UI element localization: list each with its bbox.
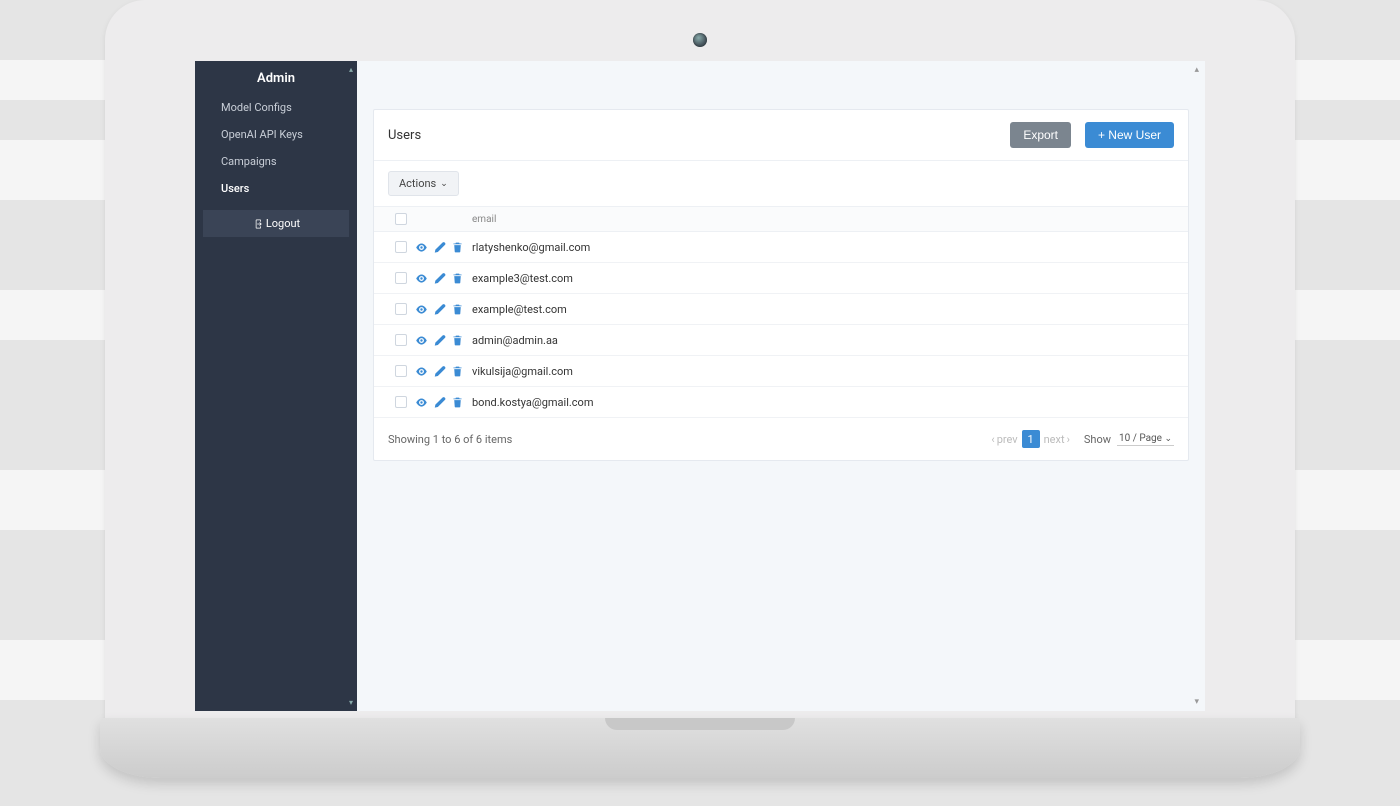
pagination: ‹ prev 1 next ›: [991, 430, 1070, 448]
export-button[interactable]: Export: [1010, 122, 1071, 148]
select-all-checkbox[interactable]: [395, 213, 407, 225]
sidebar-item-openai-keys[interactable]: OpenAI API Keys: [195, 121, 357, 148]
delete-icon[interactable]: [450, 333, 464, 347]
edit-icon[interactable]: [432, 240, 446, 254]
page-title: Users: [388, 128, 421, 143]
panel-header: Users Export + New User: [374, 110, 1188, 161]
row-checkbox[interactable]: [395, 272, 407, 284]
actions-label: Actions: [399, 177, 436, 190]
delete-icon[interactable]: [450, 364, 464, 378]
email-cell: example3@test.com: [468, 272, 1174, 285]
table-footer: Showing 1 to 6 of 6 items ‹ prev 1 next …: [374, 418, 1188, 460]
summary-text: Showing 1 to 6 of 6 items: [388, 433, 512, 446]
delete-icon[interactable]: [450, 302, 464, 316]
table-body: rlatyshenko@gmail.com example3@test.com ex…: [374, 232, 1188, 418]
row-checkbox[interactable]: [395, 365, 407, 377]
chevron-right-icon: ›: [1067, 433, 1070, 446]
row-checkbox[interactable]: [395, 303, 407, 315]
view-icon[interactable]: [414, 240, 428, 254]
email-cell: example@test.com: [468, 303, 1174, 316]
view-icon[interactable]: [414, 333, 428, 347]
email-cell: bond.kostya@gmail.com: [468, 396, 1174, 409]
edit-icon[interactable]: [432, 333, 446, 347]
email-cell: admin@admin.aa: [468, 334, 1174, 347]
row-checkbox[interactable]: [395, 241, 407, 253]
sidebar-item-campaigns[interactable]: Campaigns: [195, 148, 357, 175]
view-icon[interactable]: [414, 271, 428, 285]
row-checkbox[interactable]: [395, 334, 407, 346]
show-label: Show: [1084, 433, 1111, 446]
edit-icon[interactable]: [432, 271, 446, 285]
delete-icon[interactable]: [450, 395, 464, 409]
logout-icon: [252, 218, 264, 230]
table-row: example3@test.com: [374, 263, 1188, 294]
table-row: vikulsija@gmail.com: [374, 356, 1188, 387]
table-row: example@test.com: [374, 294, 1188, 325]
table-row: admin@admin.aa: [374, 325, 1188, 356]
table-row: rlatyshenko@gmail.com: [374, 232, 1188, 263]
chevron-left-icon: ‹: [991, 433, 994, 446]
edit-icon[interactable]: [432, 395, 446, 409]
page-number-current[interactable]: 1: [1022, 430, 1040, 448]
delete-icon[interactable]: [450, 271, 464, 285]
next-page-button[interactable]: next ›: [1044, 433, 1070, 446]
laptop-notch: [605, 718, 795, 730]
users-panel: Users Export + New User Actions ⌄: [373, 109, 1189, 461]
page-size-select[interactable]: 10 / Page ⌄: [1117, 432, 1174, 446]
sidebar-item-model-configs[interactable]: Model Configs: [195, 94, 357, 121]
scroll-bottom-icon[interactable]: ▾: [1194, 697, 1199, 707]
main-content: ▴ Users Export + New User Actions ⌄: [357, 61, 1205, 711]
actions-dropdown[interactable]: Actions ⌄: [388, 171, 459, 196]
delete-icon[interactable]: [450, 240, 464, 254]
sidebar-item-users[interactable]: Users: [195, 175, 357, 202]
camera-icon: [693, 33, 707, 47]
edit-icon[interactable]: [432, 302, 446, 316]
app-screen: ▴ Admin Model Configs OpenAI API Keys Ca…: [195, 61, 1205, 711]
email-column-header[interactable]: email: [468, 214, 1174, 225]
chevron-down-icon: ⌄: [440, 179, 448, 189]
sidebar-collapse-icon[interactable]: ▴: [349, 65, 353, 74]
sidebar-expand-icon[interactable]: ▾: [349, 698, 353, 707]
logout-label: Logout: [266, 217, 300, 230]
view-icon[interactable]: [414, 395, 428, 409]
sidebar: ▴ Admin Model Configs OpenAI API Keys Ca…: [195, 61, 357, 711]
row-checkbox[interactable]: [395, 396, 407, 408]
chevron-down-icon: ⌄: [1164, 434, 1172, 444]
actions-bar: Actions ⌄: [374, 161, 1188, 207]
email-cell: rlatyshenko@gmail.com: [468, 241, 1174, 254]
view-icon[interactable]: [414, 302, 428, 316]
sidebar-title: Admin: [195, 61, 357, 94]
laptop-frame: ▴ Admin Model Configs OpenAI API Keys Ca…: [105, 0, 1295, 770]
view-icon[interactable]: [414, 364, 428, 378]
prev-page-button[interactable]: ‹ prev: [991, 433, 1017, 446]
table-header: email: [374, 207, 1188, 232]
new-user-button[interactable]: + New User: [1085, 122, 1174, 148]
table-row: bond.kostya@gmail.com: [374, 387, 1188, 418]
edit-icon[interactable]: [432, 364, 446, 378]
logout-button[interactable]: Logout: [203, 210, 349, 237]
email-cell: vikulsija@gmail.com: [468, 365, 1174, 378]
scroll-top-icon[interactable]: ▴: [1194, 65, 1199, 75]
